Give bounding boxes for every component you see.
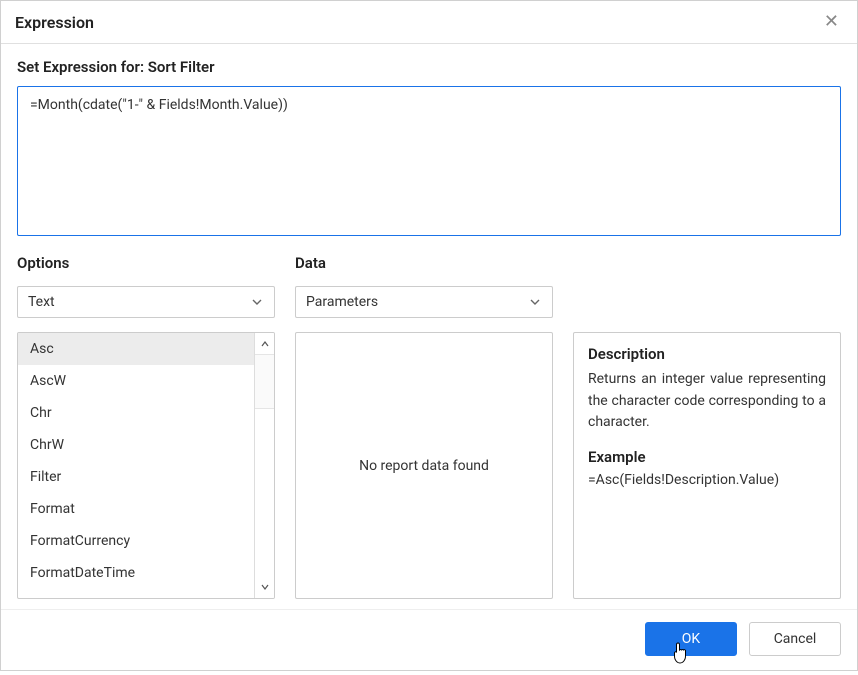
list-item[interactable]: Asc [18,333,254,365]
description-column: Description Returns an integer value rep… [573,254,841,599]
scroll-thumb[interactable] [255,355,274,409]
expression-input[interactable] [17,86,841,236]
options-select-value: Text [28,294,55,310]
options-select[interactable]: Text [17,286,275,318]
description-text: Returns an integer value representing th… [588,369,826,434]
chevron-down-icon [250,295,264,309]
data-select-value: Parameters [306,294,378,310]
data-select[interactable]: Parameters [295,286,553,318]
close-icon[interactable]: ✕ [820,11,843,33]
options-column: Options Text Asc AscW Chr ChrW Filter Fo… [17,254,275,599]
expression-dialog: Expression ✕ Set Expression for: Sort Fi… [0,0,858,671]
listbox-scrollbar[interactable] [254,333,274,598]
list-item[interactable]: Chr [18,397,254,429]
list-item[interactable]: FormatDateTime [18,557,254,589]
set-expression-for-label: Set Expression for: Sort Filter [17,58,841,76]
spacer [573,286,841,318]
options-list[interactable]: Asc AscW Chr ChrW Filter Format FormatCu… [18,333,254,598]
options-header: Options [17,254,275,276]
list-item[interactable]: Format [18,493,254,525]
lower-columns: Options Text Asc AscW Chr ChrW Filter Fo… [17,254,841,599]
options-listbox: Asc AscW Chr ChrW Filter Format FormatCu… [17,332,275,599]
data-empty-panel: No report data found [295,332,553,599]
list-item[interactable]: AscW [18,365,254,397]
dialog-footer: OK Cancel [1,609,857,670]
dialog-content: Set Expression for: Sort Filter Options … [1,44,857,609]
data-empty-message: No report data found [359,458,489,474]
list-item[interactable]: ChrW [18,429,254,461]
description-panel: Description Returns an integer value rep… [573,332,841,599]
data-column: Data Parameters No report data found [295,254,553,599]
example-header: Example [588,448,826,466]
example-text: =Asc(Fields!Description.Value) [588,472,826,488]
cancel-button[interactable]: Cancel [749,622,841,656]
chevron-down-icon [528,295,542,309]
spacer [573,254,841,276]
list-item[interactable]: Filter [18,461,254,493]
dialog-title: Expression [15,13,94,32]
description-header: Description [588,345,826,363]
list-item[interactable]: FormatCurrency [18,525,254,557]
data-header: Data [295,254,553,276]
ok-button[interactable]: OK [645,622,737,656]
scroll-down-icon[interactable] [255,576,274,598]
scroll-up-icon[interactable] [255,333,274,355]
dialog-titlebar: Expression ✕ [1,1,857,44]
